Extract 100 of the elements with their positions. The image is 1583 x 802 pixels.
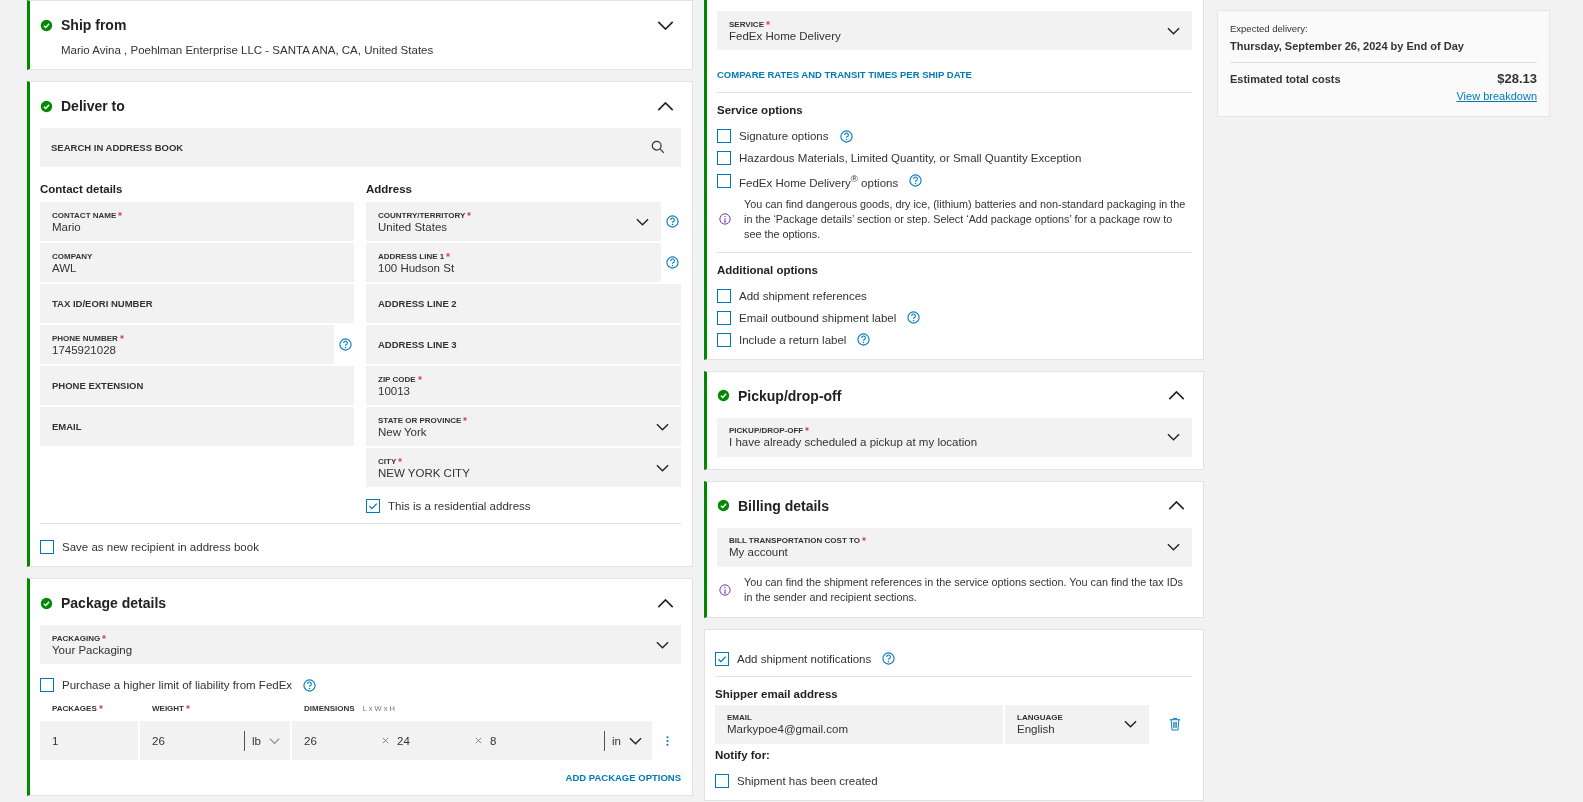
info-message: You can find the shipment references in the service options section. You can find the tax IDs in the sender and recipient sections. bbox=[744, 574, 1184, 605]
shipper-email-heading: Shipper email address bbox=[715, 687, 839, 700]
contact-heading: Contact details bbox=[40, 183, 124, 195]
times-icon bbox=[475, 737, 482, 744]
address-heading: Address bbox=[366, 183, 414, 195]
info-icon bbox=[719, 583, 731, 596]
checkbox[interactable] bbox=[717, 151, 731, 165]
section-title: Ship from bbox=[61, 17, 128, 33]
dimension-input[interactable]: 26 bbox=[304, 734, 374, 747]
select-field[interactable]: PACKAGING Your Packaging bbox=[40, 625, 681, 664]
dimension-input[interactable]: 8 bbox=[490, 734, 560, 747]
checkbox-label: This is a residential address bbox=[388, 500, 531, 512]
checkbox-label: Signature options bbox=[739, 130, 829, 142]
input-field[interactable]: PHONE NUMBER 1745921028 bbox=[40, 325, 334, 364]
search-field[interactable]: SEARCH IN ADDRESS BOOK bbox=[40, 128, 681, 167]
help-icon[interactable] bbox=[666, 256, 679, 269]
chevron-down-icon bbox=[1167, 543, 1180, 552]
input-field[interactable]: COMPANY AWL bbox=[40, 243, 354, 282]
info-icon bbox=[719, 213, 731, 226]
checkbox-label: FedEx Home Delivery$^{®}$ options bbox=[739, 173, 899, 189]
select-field[interactable]: PICKUP/DROP-OFF I have already scheduled a pickup at my location bbox=[717, 417, 1192, 457]
chevron-down-icon bbox=[269, 736, 280, 745]
search-icon[interactable] bbox=[651, 140, 665, 154]
input-field[interactable]: ADDRESS LINE 1 100 Hudson St bbox=[366, 243, 661, 282]
total-cost: $28.13 bbox=[1497, 71, 1537, 86]
weight-input[interactable]: 26 bbox=[152, 734, 237, 747]
chevron-down-icon bbox=[656, 463, 669, 472]
required-mark-icon bbox=[119, 334, 124, 339]
input-field[interactable]: EMAIL bbox=[40, 407, 354, 446]
checkbox[interactable] bbox=[715, 651, 729, 666]
required-mark-icon bbox=[398, 457, 403, 462]
help-icon[interactable] bbox=[909, 174, 923, 188]
select-field[interactable]: SERVICE FedEx Home Delivery bbox=[717, 11, 1192, 50]
checkbox[interactable] bbox=[717, 173, 731, 188]
help-icon[interactable] bbox=[303, 678, 317, 692]
chevron-icon[interactable] bbox=[1168, 391, 1185, 401]
options-heading: Additional options bbox=[717, 263, 819, 276]
checkbox-label: Save as new recipient in address book bbox=[62, 541, 259, 553]
chevron-icon[interactable] bbox=[657, 20, 674, 30]
checkbox-label: Add shipment notifications bbox=[737, 652, 872, 665]
times-icon bbox=[382, 737, 389, 744]
required-mark-icon bbox=[805, 427, 810, 432]
required-mark-icon bbox=[861, 537, 866, 542]
select-field[interactable]: CITY NEW YORK CITY bbox=[366, 448, 681, 487]
chevron-icon[interactable] bbox=[1168, 501, 1185, 511]
help-icon[interactable] bbox=[882, 652, 896, 666]
checkbox-label: Hazardous Materials, Limited Quantity, or Small Quantity Exception bbox=[739, 152, 1082, 164]
chevron-down-icon bbox=[656, 640, 669, 649]
select-field[interactable]: BILL TRANSPORTATION COST TO My account bbox=[717, 527, 1192, 567]
input-field[interactable]: ZIP CODE 10013 bbox=[366, 366, 681, 405]
checkbox[interactable] bbox=[366, 499, 380, 513]
checkbox-label: Purchase a higher limit of liability from FedEx bbox=[62, 679, 293, 691]
weight-unit-select[interactable]: lb bbox=[244, 730, 261, 751]
input-field[interactable]: ADDRESS LINE 2 bbox=[366, 284, 681, 323]
dimension-unit-select[interactable]: in bbox=[604, 730, 621, 751]
trash-icon[interactable] bbox=[1169, 717, 1181, 732]
input-field[interactable]: EMAIL Markypoe4@gmail.com bbox=[715, 704, 1003, 744]
checkbox[interactable] bbox=[40, 540, 54, 554]
checkbox[interactable] bbox=[717, 288, 731, 303]
view-breakdown-link[interactable]: View breakdown bbox=[1456, 90, 1537, 102]
help-icon[interactable] bbox=[857, 333, 871, 347]
packages-input[interactable]: 1 bbox=[40, 721, 138, 760]
help-icon[interactable] bbox=[839, 129, 853, 143]
required-mark-icon bbox=[766, 20, 770, 25]
column-label: PACKAGES bbox=[52, 704, 97, 713]
chevron-down-icon bbox=[636, 217, 649, 226]
input-field[interactable]: TAX ID/EORI NUMBER bbox=[40, 284, 354, 323]
checkbox-label: Shipment has been created bbox=[737, 774, 878, 787]
select-field[interactable]: COUNTRY/TERRITORY United States bbox=[366, 202, 661, 241]
checkmark-icon bbox=[367, 500, 379, 512]
checkbox-label: Email outbound shipment label bbox=[739, 311, 897, 324]
checkbox[interactable] bbox=[717, 332, 731, 347]
notify-for-heading: Notify for: bbox=[715, 748, 771, 761]
input-field[interactable]: PHONE EXTENSION bbox=[40, 366, 354, 405]
checkbox[interactable] bbox=[717, 129, 731, 143]
section-title: Billing details bbox=[738, 497, 830, 514]
chevron-icon[interactable] bbox=[657, 101, 674, 111]
checkbox[interactable] bbox=[715, 773, 729, 788]
more-options-icon[interactable] bbox=[666, 734, 669, 747]
help-icon[interactable] bbox=[339, 338, 352, 351]
chevron-down-icon bbox=[1124, 720, 1137, 729]
sender-summary: Mario Avina , Poehlman Enterprise LLC - SANTA ANA, CA, United States bbox=[61, 44, 435, 56]
chevron-icon[interactable] bbox=[657, 598, 674, 608]
column-label: WEIGHT bbox=[152, 704, 184, 713]
checkbox-label: Include a return label bbox=[739, 333, 847, 346]
select-field[interactable]: STATE OR PROVINCE New York bbox=[366, 407, 681, 446]
expected-delivery-date: Thursday, September 26, 2024 by End of Day bbox=[1230, 40, 1465, 52]
input-field[interactable]: CONTACT NAME Mario bbox=[40, 202, 354, 241]
required-mark-icon bbox=[463, 416, 468, 421]
select-field[interactable]: LANGUAGE English bbox=[1005, 704, 1149, 744]
required-mark-icon bbox=[446, 252, 451, 257]
checkbox[interactable] bbox=[717, 310, 731, 325]
add-package-options-link[interactable]: ADD PACKAGE OPTIONS bbox=[565, 772, 681, 783]
help-icon[interactable] bbox=[666, 215, 679, 228]
help-icon[interactable] bbox=[907, 311, 921, 325]
checkbox[interactable] bbox=[40, 678, 54, 692]
dimension-input[interactable]: 24 bbox=[397, 734, 467, 747]
required-mark-icon bbox=[467, 211, 472, 216]
input-field[interactable]: ADDRESS LINE 3 bbox=[366, 325, 681, 364]
compare-rates-link[interactable]: COMPARE RATES AND TRANSIT TIMES PER SHIP DATE bbox=[717, 69, 972, 80]
